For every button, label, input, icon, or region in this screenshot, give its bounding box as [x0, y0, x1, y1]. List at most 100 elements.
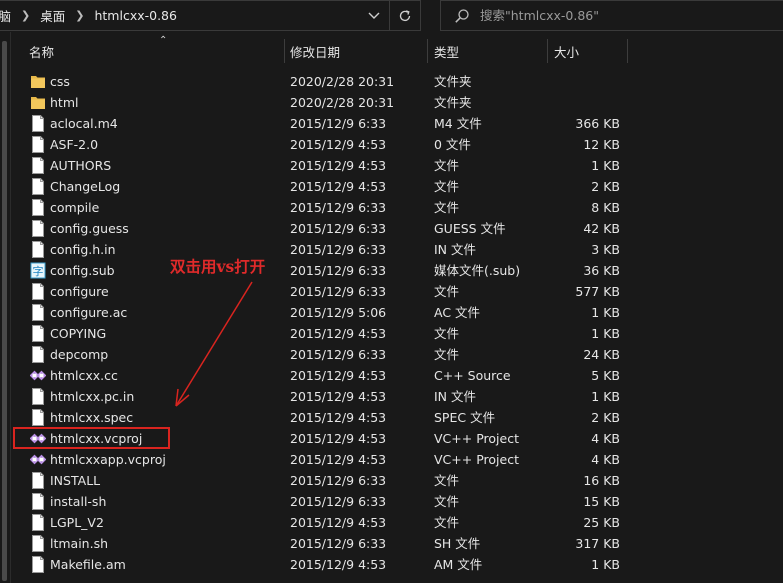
- column-header-date[interactable]: 修改日期: [284, 37, 427, 65]
- file-name: config.guess: [50, 221, 129, 236]
- file-row[interactable]: config.h.in 2015/12/9 6:33 IN 文件 3 KB: [11, 239, 783, 260]
- file-modified-date: 2020/2/28 20:31: [290, 74, 395, 89]
- file-row[interactable]: aclocal.m4 2015/12/9 6:33 M4 文件 366 KB: [11, 113, 783, 134]
- file-type: VC++ Project: [434, 452, 519, 467]
- file-name: config.sub: [50, 263, 115, 278]
- navigation-pane-scrollbar[interactable]: [2, 41, 7, 581]
- file-row[interactable]: config.guess 2015/12/9 6:33 GUESS 文件 42 KB: [11, 218, 783, 239]
- file-type: 媒体文件(.sub): [434, 263, 521, 278]
- file-modified-date: 2015/12/9 4:53: [290, 158, 387, 173]
- file-size: 12 KB: [583, 137, 620, 152]
- file-type: 文件: [434, 179, 460, 194]
- file-name: COPYING: [50, 326, 107, 341]
- breadcrumb-item-current-folder[interactable]: htmlcxx-0.86: [94, 8, 176, 23]
- file-row[interactable]: htmlcxx.pc.in 2015/12/9 4:53 IN 文件 1 KB: [11, 386, 783, 407]
- file-name: ASF-2.0: [50, 137, 99, 152]
- chevron-right-icon[interactable]: ❯: [21, 9, 30, 22]
- file-modified-date: 2015/12/9 4:53: [290, 326, 387, 341]
- search-input[interactable]: [478, 7, 762, 24]
- file-size: 15 KB: [583, 494, 620, 509]
- address-history-dropdown-button[interactable]: [359, 1, 389, 30]
- file-type: 文件: [434, 200, 460, 215]
- file-row[interactable]: configure 2015/12/9 6:33 文件 577 KB: [11, 281, 783, 302]
- file-modified-date: 2015/12/9 6:33: [290, 200, 387, 215]
- file-modified-date: 2015/12/9 4:53: [290, 410, 387, 425]
- file-row[interactable]: LGPL_V2 2015/12/9 4:53 文件 25 KB: [11, 512, 783, 533]
- file-type: 文件: [434, 326, 460, 341]
- file-row[interactable]: htmlcxx.spec 2015/12/9 4:53 SPEC 文件 2 KB: [11, 407, 783, 428]
- chevron-down-icon: [368, 12, 380, 19]
- chevron-right-icon[interactable]: ❯: [75, 9, 84, 22]
- file-icon: [30, 388, 46, 405]
- file-type: 文件: [434, 473, 460, 488]
- search-icon: [454, 8, 470, 24]
- file-type: 文件夹: [434, 95, 472, 110]
- column-divider[interactable]: [627, 39, 628, 63]
- file-modified-date: 2015/12/9 6:33: [290, 536, 387, 551]
- column-header-name-label: 名称: [29, 44, 55, 60]
- file-row[interactable]: html 2020/2/28 20:31 文件夹: [11, 92, 783, 113]
- file-row[interactable]: ChangeLog 2015/12/9 4:53 文件 2 KB: [11, 176, 783, 197]
- file-name: Makefile.am: [50, 557, 126, 572]
- file-row[interactable]: COPYING 2015/12/9 4:53 文件 1 KB: [11, 323, 783, 344]
- file-row[interactable]: INSTALL 2015/12/9 6:33 文件 16 KB: [11, 470, 783, 491]
- highlight-box: [13, 427, 170, 449]
- file-size: 25 KB: [583, 515, 620, 530]
- file-row[interactable]: compile 2015/12/9 6:33 文件 8 KB: [11, 197, 783, 218]
- file-size: 2 KB: [591, 179, 620, 194]
- refresh-button[interactable]: [389, 1, 420, 30]
- file-type: AM 文件: [434, 557, 483, 572]
- file-type: 文件: [434, 347, 460, 362]
- file-size: 4 KB: [591, 452, 620, 467]
- file-modified-date: 2015/12/9 4:53: [290, 179, 387, 194]
- file-type: IN 文件: [434, 389, 477, 404]
- file-type: 文件: [434, 494, 460, 509]
- breadcrumb-item-desktop[interactable]: 桌面: [40, 6, 65, 25]
- file-name: config.h.in: [50, 242, 116, 257]
- file-list: css 2020/2/28 20:31 文件夹 html 2020/2/28 20:31…: [11, 71, 783, 575]
- file-modified-date: 2015/12/9 6:33: [290, 221, 387, 236]
- file-modified-date: 2015/12/9 4:53: [290, 431, 387, 446]
- column-header-type-label: 类型: [434, 44, 460, 60]
- file-size: 366 KB: [575, 116, 620, 131]
- file-type: SH 文件: [434, 536, 481, 551]
- file-icon: [30, 556, 46, 573]
- file-row[interactable]: ASF-2.0 2015/12/9 4:53 0 文件 12 KB: [11, 134, 783, 155]
- file-icon: [30, 220, 46, 237]
- file-size: 42 KB: [583, 221, 620, 236]
- column-header-size[interactable]: 大小: [548, 37, 628, 65]
- file-row[interactable]: AUTHORS 2015/12/9 4:53 文件 1 KB: [11, 155, 783, 176]
- file-row[interactable]: ltmain.sh 2015/12/9 6:33 SH 文件 317 KB: [11, 533, 783, 554]
- file-size: 8 KB: [591, 200, 620, 215]
- file-name: ltmain.sh: [50, 536, 109, 551]
- file-size: 3 KB: [591, 242, 620, 257]
- file-row[interactable]: depcomp 2015/12/9 6:33 文件 24 KB: [11, 344, 783, 365]
- file-row[interactable]: htmlcxxapp.vcproj 2015/12/9 4:53 VC++ Proj…: [11, 449, 783, 470]
- file-row[interactable]: css 2020/2/28 20:31 文件夹: [11, 71, 783, 92]
- file-row[interactable]: configure.ac 2015/12/9 5:06 AC 文件 1 KB: [11, 302, 783, 323]
- file-row[interactable]: Makefile.am 2015/12/9 4:53 AM 文件 1 KB: [11, 554, 783, 575]
- address-bar[interactable]: 电脑 ❯ 桌面 ❯ htmlcxx-0.86: [0, 0, 421, 31]
- file-icon: [30, 304, 46, 321]
- search-box[interactable]: [440, 0, 783, 31]
- column-header-name[interactable]: 名称: [23, 37, 283, 65]
- file-modified-date: 2015/12/9 6:33: [290, 347, 387, 362]
- annotation-text: 双击用vs打开: [170, 257, 266, 276]
- file-modified-date: 2020/2/28 20:31: [290, 95, 395, 110]
- file-icon: [30, 409, 46, 426]
- file-row[interactable]: htmlcxx.cc 2015/12/9 4:53 C++ Source 5 KB: [11, 365, 783, 386]
- file-modified-date: 2015/12/9 4:53: [290, 557, 387, 572]
- column-header-size-label: 大小: [554, 44, 580, 60]
- file-row[interactable]: install-sh 2015/12/9 6:33 文件 15 KB: [11, 491, 783, 512]
- file-type: 文件: [434, 515, 460, 530]
- file-size: 5 KB: [591, 368, 620, 383]
- file-name: htmlcxx.spec: [50, 410, 134, 425]
- file-size: 24 KB: [583, 347, 620, 362]
- file-icon: [30, 178, 46, 195]
- file-row[interactable]: 字 config.sub 2015/12/9 6:33 媒体文件(.sub) 36 KB: [11, 260, 783, 281]
- file-icon: [30, 472, 46, 489]
- file-size: 1 KB: [591, 305, 620, 320]
- column-header-type[interactable]: 类型: [428, 37, 548, 65]
- file-type: GUESS 文件: [434, 221, 506, 236]
- breadcrumb-item-computer[interactable]: 电脑: [0, 6, 11, 25]
